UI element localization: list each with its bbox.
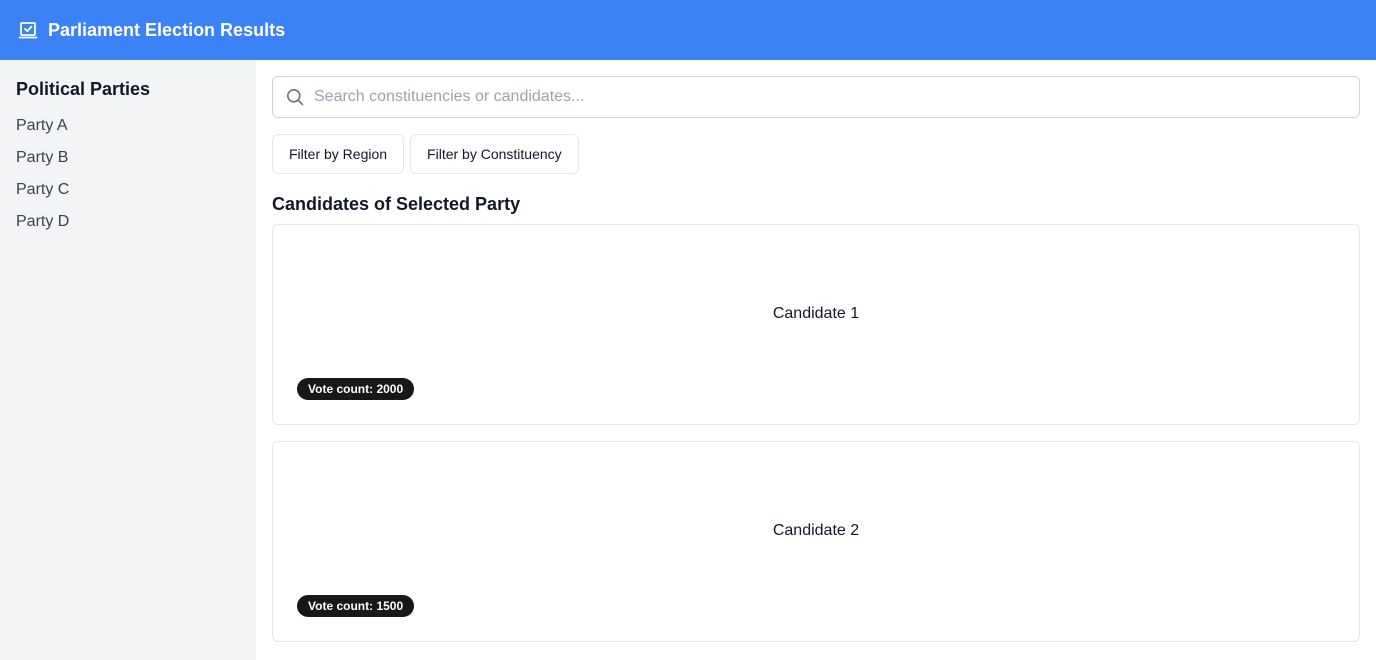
search-icon [286, 88, 304, 106]
vote-count-badge: Vote count: 1500 [297, 595, 415, 617]
search-bar[interactable] [272, 76, 1360, 118]
candidate-list: Candidate 1 Vote count: 2000 Candidate 2… [272, 224, 1360, 642]
sidebar-item-party-d[interactable]: Party D [16, 212, 240, 244]
filter-bar: Filter by Region Filter by Constituency [272, 134, 1360, 174]
sidebar-item-party-b[interactable]: Party B [16, 148, 240, 180]
main-content: Filter by Region Filter by Constituency … [272, 76, 1360, 658]
search-input[interactable] [314, 88, 1359, 106]
app-header: Parliament Election Results [0, 0, 1376, 60]
filter-by-region-button[interactable]: Filter by Region [272, 134, 405, 174]
filter-by-constituency-button[interactable]: Filter by Constituency [410, 134, 579, 174]
sidebar-item-party-c[interactable]: Party C [16, 180, 240, 212]
candidate-name: Candidate 2 [772, 522, 860, 539]
section-title: Candidates of Selected Party [272, 194, 521, 214]
vote-count-badge: Vote count: 2000 [297, 378, 415, 400]
candidate-card[interactable]: Candidate 2 Vote count: 1500 [272, 441, 1360, 642]
candidate-card[interactable]: Candidate 1 Vote count: 2000 [272, 224, 1360, 425]
sidebar-item-party-a[interactable]: Party A [16, 116, 240, 148]
sidebar-title: Political Parties [16, 79, 151, 99]
sidebar: Political Parties Party A Party B Party … [0, 60, 256, 660]
candidate-name: Candidate 1 [772, 305, 860, 322]
app-title: Parliament Election Results [48, 19, 286, 40]
ballot-check-icon [18, 20, 38, 40]
